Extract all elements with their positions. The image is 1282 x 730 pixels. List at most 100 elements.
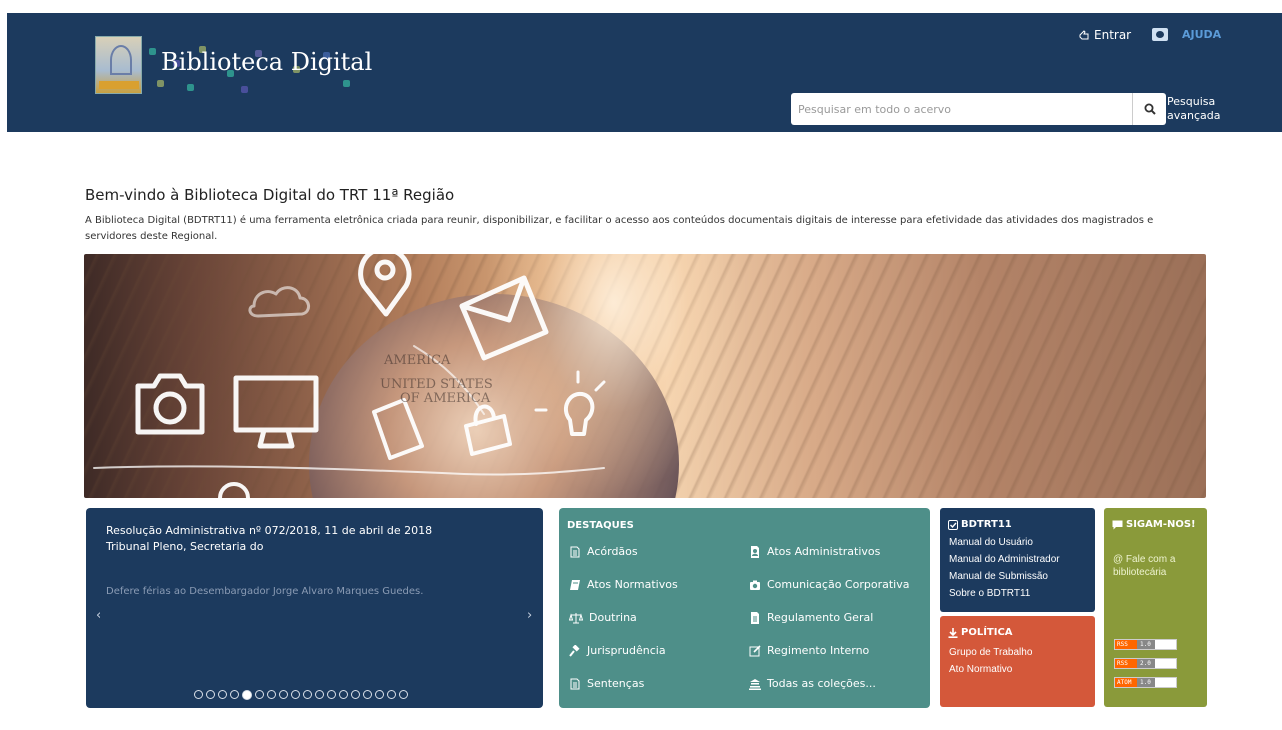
rss-1-feed-badge[interactable]: RSS 1.0: [1114, 639, 1177, 650]
carousel-dot[interactable]: [303, 690, 312, 699]
policy-title: POLÍTICA: [948, 627, 1013, 638]
file-text-icon: [570, 546, 580, 557]
highlight-atos-normativos[interactable]: Atos Normativos: [569, 578, 678, 591]
map-text-of-america: OF AMERICA: [400, 391, 491, 406]
highlight-jurisprudencia[interactable]: Jurisprudência: [569, 644, 666, 657]
highlight-todas-colecoes[interactable]: Todas as coleções...: [749, 677, 876, 690]
advanced-search-link[interactable]: Pesquisa avançada: [1167, 95, 1220, 123]
logo-emblem-icon: [95, 36, 142, 94]
link-ato-normativo[interactable]: Ato Normativo: [949, 664, 1012, 675]
document-icon: [372, 398, 424, 460]
carousel-indicators: [194, 689, 408, 700]
cloud-icon: [248, 286, 310, 318]
highlight-label: Regulamento Geral: [767, 611, 874, 624]
carousel-slide-title[interactable]: Resolução Administrativa nº 072/2018, 11…: [106, 523, 432, 555]
lightbulb-icon: [563, 391, 595, 436]
highlight-label: Regimento Interno: [767, 644, 870, 657]
link-grupo-trabalho[interactable]: Grupo de Trabalho: [949, 647, 1032, 658]
help-icon: [1152, 28, 1168, 41]
atom-feed-badge[interactable]: ATOM 1.0: [1114, 677, 1177, 688]
carousel-dot[interactable]: [339, 690, 348, 699]
link-manual-administrador[interactable]: Manual do Administrador: [949, 554, 1060, 565]
highlight-regulamento[interactable]: Regulamento Geral: [749, 611, 873, 624]
site-title: Biblioteca Digital: [161, 48, 373, 76]
carousel-dot[interactable]: [206, 690, 215, 699]
carousel-dot[interactable]: [375, 690, 384, 699]
camera-icon: [750, 580, 760, 590]
search-icon: [1144, 103, 1156, 115]
highlight-acordaos[interactable]: Acórdãos: [569, 545, 638, 558]
lock-icon: [464, 404, 512, 456]
hero-banner: AMERICA UNITED STATES OF AMERICA: [84, 254, 1206, 498]
carousel-dot[interactable]: [194, 690, 203, 699]
follow-us-title-text: SIGAM-NOS!: [1126, 519, 1196, 530]
carousel-title-line2: Tribunal Pleno, Secretaria do: [106, 540, 264, 553]
advanced-search-line1: Pesquisa: [1167, 95, 1216, 108]
carousel-next-button[interactable]: ›: [527, 608, 532, 623]
carousel-dot[interactable]: [218, 690, 227, 699]
highlight-label: Acórdãos: [587, 545, 638, 558]
welcome-heading: Bem-vindo à Biblioteca Digital do TRT 11…: [85, 186, 455, 204]
feed-version: 2.0: [1137, 659, 1155, 668]
link-manual-submissao[interactable]: Manual de Submissão: [949, 571, 1048, 582]
document-icon: [751, 611, 759, 624]
carousel-title-line1: Resolução Administrativa nº 072/2018, 11…: [106, 524, 433, 537]
check-square-icon: [948, 519, 958, 530]
contact-line2: bibliotecária: [1113, 567, 1167, 578]
carousel-dot[interactable]: [255, 690, 264, 699]
link-manual-usuario[interactable]: Manual do Usuário: [949, 537, 1033, 548]
hand-pointer-icon: [1079, 30, 1089, 40]
scale-icon: [569, 612, 583, 623]
follow-us-panel: SIGAM-NOS! @ Fale com a bibliotecária RS…: [1104, 508, 1207, 707]
help-link[interactable]: AJUDA: [1152, 28, 1221, 41]
bdtrt-title-text: BDTRT11: [961, 519, 1012, 530]
link-sobre-bdtrt11[interactable]: Sobre o BDTRT11: [949, 588, 1030, 599]
carousel-dot[interactable]: [363, 690, 372, 699]
contact-librarian-link[interactable]: @ Fale com a bibliotecária: [1113, 554, 1175, 578]
carousel-dot[interactable]: [242, 689, 252, 700]
carousel-dot[interactable]: [327, 690, 336, 699]
carousel-dot[interactable]: [230, 690, 239, 699]
file-text-icon: [570, 678, 580, 689]
highlight-atos-administrativos[interactable]: Atos Administrativos: [749, 545, 880, 558]
search-input[interactable]: [791, 93, 1132, 125]
follow-us-title: SIGAM-NOS!: [1112, 519, 1196, 530]
comment-icon: [1112, 520, 1123, 529]
highlight-sentencas[interactable]: Sentenças: [569, 677, 644, 690]
carousel-slide-description: Defere férias ao Desembargador Jorge Alv…: [106, 586, 424, 597]
news-carousel[interactable]: Resolução Administrativa nº 072/2018, 11…: [86, 508, 543, 708]
highlight-label: Jurisprudência: [587, 644, 666, 657]
download-icon: [948, 627, 958, 638]
feed-key: RSS: [1115, 640, 1137, 649]
bdtrt-title: BDTRT11: [948, 519, 1012, 530]
carousel-dot[interactable]: [387, 690, 396, 699]
map-text-america: AMERICA: [383, 353, 451, 368]
feed-version: 1.0: [1137, 678, 1155, 687]
search-button[interactable]: [1132, 93, 1166, 125]
highlight-label: Sentenças: [587, 677, 645, 690]
highlight-comunicacao[interactable]: Comunicação Corporativa: [749, 578, 909, 591]
carousel-dot[interactable]: [399, 690, 408, 699]
carousel-prev-button[interactable]: ‹: [96, 608, 101, 623]
policy-panel: POLÍTICA Grupo de Trabalho Ato Normativo: [940, 616, 1095, 707]
carousel-dot[interactable]: [291, 690, 300, 699]
welcome-text: A Biblioteca Digital (BDTRT11) é uma fer…: [85, 215, 1154, 242]
highlight-doutrina[interactable]: Doutrina: [569, 611, 637, 624]
carousel-dot[interactable]: [315, 690, 324, 699]
gavel-icon: [569, 644, 580, 657]
site-logo[interactable]: Biblioteca Digital: [95, 36, 372, 94]
highlight-regimento[interactable]: Regimento Interno: [749, 644, 869, 657]
feed-key: ATOM: [1115, 678, 1137, 687]
map-text-united: UNITED STATES: [380, 377, 493, 392]
carousel-dot[interactable]: [267, 690, 276, 699]
carousel-dot[interactable]: [351, 690, 360, 699]
rss-2-feed-badge[interactable]: RSS 2.0: [1114, 658, 1177, 669]
carousel-dot[interactable]: [279, 690, 288, 699]
collections-icon: [749, 678, 761, 690]
search-bar: [791, 93, 1166, 125]
login-link[interactable]: Entrar: [1078, 28, 1131, 42]
highlights-panel: DESTAQUES Acórdãos Atos Administrativos …: [559, 508, 930, 708]
user-file-icon: [751, 545, 759, 558]
site-header: Biblioteca Digital Entrar AJUDA Pesquisa…: [7, 13, 1282, 132]
highlight-label: Atos Normativos: [587, 578, 678, 591]
